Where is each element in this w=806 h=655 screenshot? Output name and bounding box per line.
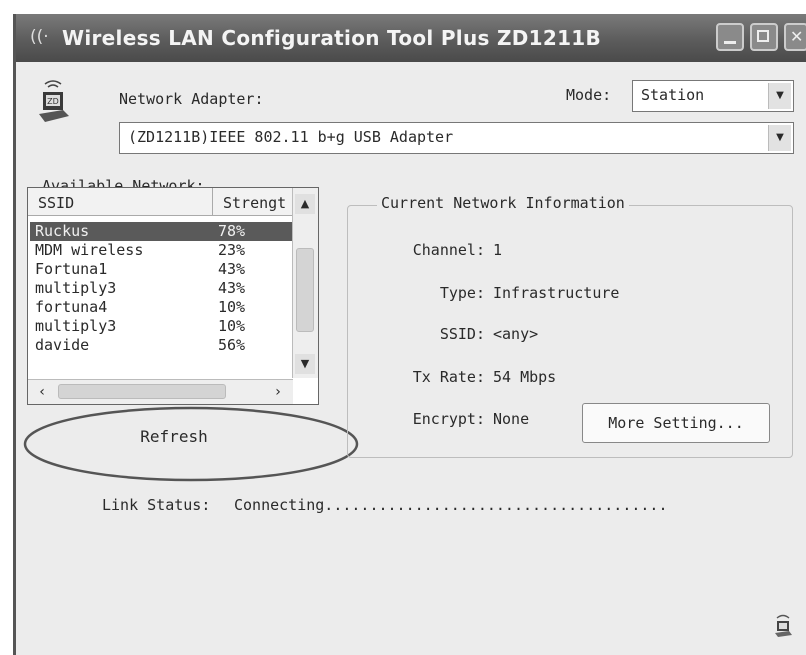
type-label: Type: [439, 284, 485, 302]
network-strength: 56% [218, 336, 246, 354]
network-adapter-label: Network Adapter: [119, 90, 264, 108]
network-row[interactable]: MDM wireless 23% [30, 241, 292, 260]
scroll-up-icon[interactable]: ▲ [295, 194, 315, 214]
maximize-button[interactable] [750, 23, 778, 51]
network-ssid: Ruckus [35, 222, 90, 240]
network-ssid: multiply3 [35, 317, 117, 335]
network-ssid: davide [35, 336, 90, 354]
column-header-ssid[interactable]: SSID [28, 188, 213, 216]
network-strength: 78% [218, 222, 246, 240]
link-status-value: Connecting..............................… [234, 496, 668, 514]
type-value: Infrastructure [493, 284, 620, 302]
column-header-strength[interactable]: Strengt [213, 188, 293, 216]
encrypt-label: Encrypt: [412, 410, 485, 428]
network-row[interactable]: Fortuna1 43% [30, 260, 292, 279]
scroll-down-icon[interactable]: ▼ [295, 354, 315, 374]
network-ssid: MDM wireless [35, 241, 144, 259]
network-strength: 10% [218, 317, 246, 335]
network-strength: 43% [218, 279, 246, 297]
network-list[interactable]: SSID Strengt Ruckus 78% MDM wireless 23% For… [27, 187, 319, 405]
network-row[interactable]: Ruckus 78% [30, 222, 292, 241]
refresh-button[interactable]: Refresh [29, 414, 319, 458]
mode-select-value: Station [641, 86, 705, 104]
minimize-button[interactable] [716, 23, 744, 51]
ssid-value: <any> [493, 325, 539, 343]
tx-rate-label: Tx Rate: [412, 368, 485, 386]
mode-select[interactable]: Station ▼ [632, 80, 794, 112]
mode-label: Mode: [566, 86, 612, 104]
vertical-scrollbar[interactable]: ▲ ▼ [292, 188, 318, 378]
adapter-select-value: (ZD1211B)IEEE 802.11 b+g USB Adapter [128, 128, 454, 146]
network-strength: 10% [218, 298, 246, 316]
window-title: Wireless LAN Configuration Tool Plus ZD1… [62, 26, 602, 50]
tray-adapter-icon[interactable] [772, 612, 794, 638]
network-ssid: fortuna4 [35, 298, 108, 316]
network-rows: Ruckus 78% MDM wireless 23% Fortuna1 43% multi… [30, 222, 292, 355]
chevron-down-icon[interactable]: ▼ [768, 83, 791, 109]
minimize-icon [724, 41, 736, 44]
network-row[interactable]: davide 56% [30, 336, 292, 355]
channel-label: Channel: [412, 241, 485, 259]
link-status-label: Link Status: [102, 496, 211, 514]
scroll-right-icon[interactable]: › [268, 382, 288, 402]
svg-text:ZD: ZD [47, 97, 59, 106]
maximize-icon [757, 30, 769, 42]
network-row[interactable]: multiply3 10% [30, 317, 292, 336]
vertical-scroll-thumb[interactable] [296, 248, 314, 332]
ssid-label: SSID: [439, 325, 485, 343]
network-ssid: Fortuna1 [35, 260, 108, 278]
scroll-left-icon[interactable]: ‹ [32, 382, 52, 402]
more-setting-button[interactable]: More Setting... [582, 403, 770, 443]
encrypt-value: None [493, 410, 530, 428]
close-icon: ✕ [790, 27, 804, 46]
wifi-signal-icon: ((· [30, 27, 49, 47]
current-network-info-title: Current Network Information [377, 194, 629, 212]
channel-value: 1 [493, 241, 503, 259]
network-row[interactable]: multiply3 43% [30, 279, 292, 298]
horizontal-scroll-thumb[interactable] [58, 384, 226, 399]
tx-rate-value: 54 Mbps [493, 368, 557, 386]
horizontal-scrollbar[interactable]: ‹ › [28, 379, 293, 404]
network-strength: 43% [218, 260, 246, 278]
title-bar[interactable]: ((· Wireless LAN Configuration Tool Plus… [16, 14, 806, 62]
network-strength: 23% [218, 241, 246, 259]
network-row[interactable]: fortuna4 10% [30, 298, 292, 317]
close-button[interactable]: ✕ [784, 23, 806, 51]
chevron-down-icon[interactable]: ▼ [768, 125, 791, 151]
adapter-select[interactable]: (ZD1211B)IEEE 802.11 b+g USB Adapter ▼ [119, 122, 794, 154]
network-ssid: multiply3 [35, 279, 117, 297]
usb-adapter-icon: ZD [39, 80, 69, 122]
